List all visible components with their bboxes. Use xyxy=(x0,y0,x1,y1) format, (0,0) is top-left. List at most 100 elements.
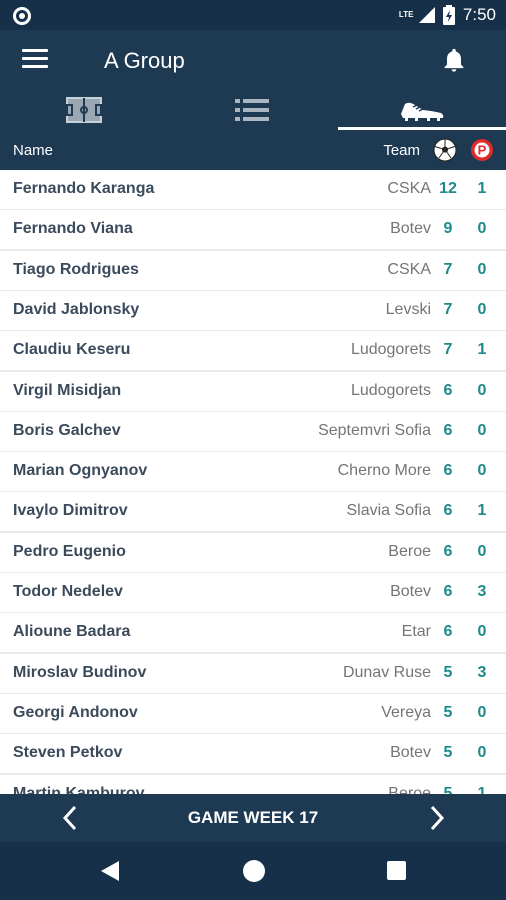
goals-count: 6 xyxy=(443,542,453,560)
penalties-count: 0 xyxy=(477,300,487,318)
app-bar: A Group xyxy=(0,30,506,90)
table-row[interactable]: Marian Ognyanov Cherno More 6 0 xyxy=(0,452,506,492)
bell-icon[interactable] xyxy=(440,46,468,74)
goals-count: 5 xyxy=(443,663,453,681)
tab-top-scorers[interactable] xyxy=(338,90,506,130)
player-name: Tiago Rodrigues xyxy=(13,260,139,278)
menu-icon[interactable] xyxy=(22,49,48,71)
penalties-count: 0 xyxy=(477,220,487,238)
player-name: Martin Kamburov xyxy=(13,784,145,795)
penalties-count: 1 xyxy=(477,784,487,795)
player-name: Fernando Karanga xyxy=(13,180,155,197)
soccer-ball-icon xyxy=(433,138,457,162)
player-team: Etar xyxy=(401,623,431,641)
penalties-count: 1 xyxy=(477,502,487,520)
scorers-list: Fernando Karanga CSKA 12 1 Fernando Viana Bot… xyxy=(0,170,506,794)
penalties-count: 1 xyxy=(477,341,487,359)
table-row[interactable]: Tiago Rodrigues CSKA 7 0 xyxy=(0,250,506,290)
player-name: Marian Ognyanov xyxy=(13,462,148,480)
table-row[interactable]: Steven Petkov Botev 5 0 xyxy=(0,734,506,774)
penalties-count: 3 xyxy=(477,663,487,681)
table-row[interactable]: Boris Galchev Septemvri Sofia 6 0 xyxy=(0,411,506,451)
penalties-count: 0 xyxy=(477,381,487,399)
goals-count: 6 xyxy=(443,502,453,520)
home-icon[interactable] xyxy=(243,860,265,882)
goals-count: 5 xyxy=(443,703,453,721)
table-row[interactable]: Miroslav Budinov Dunav Ruse 5 3 xyxy=(0,653,506,693)
recent-apps-icon[interactable] xyxy=(387,861,406,880)
chevron-right-icon[interactable] xyxy=(427,804,447,832)
goals-count: 12 xyxy=(439,180,457,197)
goals-count: 9 xyxy=(443,220,453,238)
player-team: Ludogorets xyxy=(350,381,431,399)
penalties-count: 0 xyxy=(477,623,487,641)
table-row[interactable]: Virgil Misidjan Ludogorets 6 0 xyxy=(0,371,506,411)
clock: 7:50 xyxy=(462,5,496,24)
table-row[interactable]: Alioune Badara Etar 6 0 xyxy=(0,613,506,653)
battery-icon xyxy=(442,5,455,25)
penalties-count: 1 xyxy=(477,180,487,197)
tab-standings[interactable] xyxy=(168,90,336,130)
player-team: Cherno More xyxy=(337,462,431,480)
table-row[interactable]: Claudiu Keseru Ludogorets 7 1 xyxy=(0,331,506,371)
system-nav-bar xyxy=(0,842,506,900)
goals-count: 7 xyxy=(443,300,453,318)
back-icon[interactable] xyxy=(100,860,120,882)
penalties-count: 0 xyxy=(477,421,487,439)
status-bar: LTE 7:50 xyxy=(0,0,506,30)
goals-count: 5 xyxy=(443,784,453,795)
tab-matches[interactable] xyxy=(0,90,168,130)
goals-count: 6 xyxy=(443,381,453,399)
player-name: Boris Galchev xyxy=(13,421,121,439)
goals-count: 7 xyxy=(443,341,453,359)
table-header: Name Team P xyxy=(0,130,506,170)
player-team: Dunav Ruse xyxy=(342,663,431,681)
player-team: Slavia Sofia xyxy=(346,502,432,520)
player-team: Beroe xyxy=(388,542,431,560)
player-name: Claudiu Keseru xyxy=(13,341,131,359)
player-name: Alioune Badara xyxy=(13,623,131,641)
table-row[interactable]: Fernando Viana Botev 9 0 xyxy=(0,210,506,250)
penalties-count: 3 xyxy=(477,583,487,600)
player-name: Steven Petkov xyxy=(13,744,123,762)
goals-count: 7 xyxy=(443,260,453,278)
notification-icon xyxy=(13,7,31,25)
penalty-icon: P xyxy=(471,139,493,161)
table-row[interactable]: David Jablonsky Levski 7 0 xyxy=(0,290,506,330)
penalties-count: 0 xyxy=(477,703,487,721)
player-name: Fernando Viana xyxy=(13,220,133,238)
goals-count: 6 xyxy=(443,462,453,480)
table-row[interactable]: Georgi Andonov Vereya 5 0 xyxy=(0,693,506,733)
table-row[interactable]: Ivaylo Dimitrov Slavia Sofia 6 1 xyxy=(0,492,506,532)
goals-count: 6 xyxy=(443,421,453,439)
player-team: CSKA xyxy=(387,180,431,197)
penalties-count: 0 xyxy=(477,260,487,278)
player-name: Ivaylo Dimitrov xyxy=(13,502,128,520)
table-row[interactable]: Pedro Eugenio Beroe 6 0 xyxy=(0,532,506,572)
table-row[interactable]: Fernando Karanga CSKA 12 1 xyxy=(0,170,506,209)
pitch-icon xyxy=(66,97,102,123)
player-team: Botev xyxy=(390,583,431,600)
table-row[interactable]: Martin Kamburov Beroe 5 1 xyxy=(0,774,506,795)
table-row[interactable]: Todor Nedelev Botev 6 3 xyxy=(0,573,506,612)
signal-icon xyxy=(418,7,435,23)
player-name: Todor Nedelev xyxy=(13,583,123,600)
goals-count: 5 xyxy=(443,744,453,762)
penalties-count: 0 xyxy=(477,462,487,480)
boot-icon xyxy=(401,102,444,121)
standings-list-icon xyxy=(235,99,269,121)
player-name: Georgi Andonov xyxy=(13,703,138,721)
player-name: Miroslav Budinov xyxy=(13,663,147,681)
player-team: CSKA xyxy=(387,260,431,278)
player-team: Botev xyxy=(390,220,431,238)
player-team: Vereya xyxy=(381,703,431,721)
column-header-name: Name xyxy=(13,142,54,159)
player-team: Ludogorets xyxy=(350,341,431,359)
player-team: Septemvri Sofia xyxy=(318,421,431,439)
penalties-count: 0 xyxy=(477,744,487,762)
page-title: A Group xyxy=(104,48,185,73)
goals-count: 6 xyxy=(443,623,453,641)
player-team: Levski xyxy=(385,300,431,318)
svg-text:P: P xyxy=(478,143,487,158)
column-header-team: Team xyxy=(383,142,420,159)
